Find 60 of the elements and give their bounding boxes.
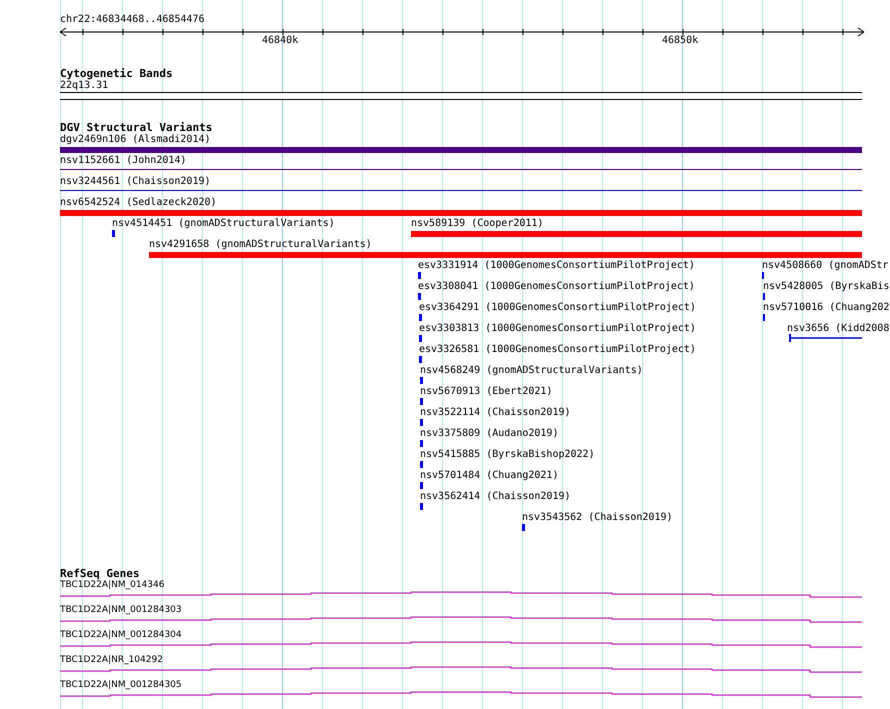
variant-label: esv3308041 (1000GenomesConsortiumPilotProject) — [418, 281, 695, 293]
variant-label: esv3303813 (1000GenomesConsortiumPilotProject) — [419, 323, 696, 335]
variant-label: nsv4508660 (gnomADStr — [762, 260, 888, 272]
location-label: chr22:46834468..46854476 — [60, 14, 204, 26]
tick-label: 46840k — [262, 35, 298, 47]
variant-label: nsv4568249 (gnomADStructuralVariants) — [420, 365, 643, 377]
variant-label: esv3364291 (1000GenomesConsortiumPilotProject) — [419, 302, 696, 314]
gene-label: TBC1D22A|NM_014346 — [60, 580, 164, 591]
variant-label: nsv4291658 (gnomADStructuralVariants) — [149, 239, 372, 251]
variant-label: nsv3562414 (Chaisson2019) — [420, 491, 571, 503]
variant-label: nsv3543562 (Chaisson2019) — [522, 512, 673, 524]
variant-label: nsv5701484 (Chuang2021) — [420, 470, 558, 482]
variant-marker[interactable] — [420, 377, 423, 384]
variant-marker[interactable] — [522, 524, 525, 531]
variant-label: nsv3656 (Kidd2008 — [787, 323, 890, 335]
gene-label: TBC1D22A|NM_001284304 — [60, 629, 182, 641]
gene-label: TBC1D22A|NM_001284305 — [60, 679, 182, 691]
variant-marker[interactable] — [762, 272, 764, 279]
variant-label: nsv3522114 (Chaisson2019) — [420, 407, 571, 419]
variant-marker[interactable] — [418, 293, 421, 300]
variant-marker[interactable] — [419, 314, 422, 321]
variant-label: nsv3244561 (Chaisson2019) — [60, 176, 211, 188]
variant-marker[interactable] — [420, 398, 423, 405]
variant-marker[interactable] — [763, 293, 765, 300]
variant-marker[interactable] — [418, 272, 421, 279]
variant-line[interactable] — [60, 169, 862, 170]
variant-label: nsv1152661 (John2014) — [60, 155, 186, 167]
track-title: RefSeq Genes — [60, 567, 140, 580]
variant-marker[interactable] — [419, 356, 422, 363]
variant-bar[interactable] — [60, 147, 862, 153]
variant-label: nsv6542524 (Sedlazeck2020) — [60, 197, 217, 209]
variant-bar[interactable] — [149, 252, 862, 258]
band-label: 22q13.31 — [60, 80, 108, 92]
variant-marker[interactable] — [420, 440, 423, 447]
variant-span[interactable] — [789, 334, 862, 342]
variant-marker[interactable] — [420, 419, 423, 426]
variant-label: dgv2469n106 (Alsmadi2014) — [60, 134, 211, 146]
variant-label: nsv5710016 (Chuang202 — [763, 302, 890, 314]
variant-marker[interactable] — [420, 503, 423, 510]
variant-label: nsv5670913 (Ebert2021) — [420, 386, 552, 398]
variant-bar[interactable] — [60, 210, 862, 216]
variant-marker[interactable] — [763, 314, 765, 321]
tick-label: 46850k — [662, 35, 698, 47]
variant-label: esv3326581 (1000GenomesConsortiumPilotProject) — [419, 344, 696, 356]
track-title: Cytogenetic Bands — [60, 67, 173, 80]
gene-label: TBC1D22A|NM_001284303 — [60, 604, 182, 616]
track-title: DGV Structural Variants — [60, 121, 212, 134]
variant-marker[interactable] — [112, 230, 115, 237]
variant-label: nsv589139 (Cooper2011) — [411, 218, 544, 230]
gene-label: TBC1D22A|NR_104292 — [60, 654, 163, 666]
variant-label: nsv5428005 (ByrskaBis — [763, 281, 890, 293]
variant-label: esv3331914 (1000GenomesConsortiumPilotProject) — [418, 260, 695, 272]
variant-marker[interactable] — [420, 461, 423, 468]
variant-label: nsv5415885 (ByrskaBishop2022) — [420, 449, 595, 461]
variant-line[interactable] — [60, 190, 862, 191]
variant-bar[interactable] — [411, 231, 862, 237]
variant-label: nsv3375809 (Audano2019) — [420, 428, 558, 440]
variant-marker[interactable] — [419, 335, 422, 342]
variant-label: nsv4514451 (gnomADStructuralVariants) — [112, 218, 335, 230]
variant-marker[interactable] — [420, 482, 423, 489]
